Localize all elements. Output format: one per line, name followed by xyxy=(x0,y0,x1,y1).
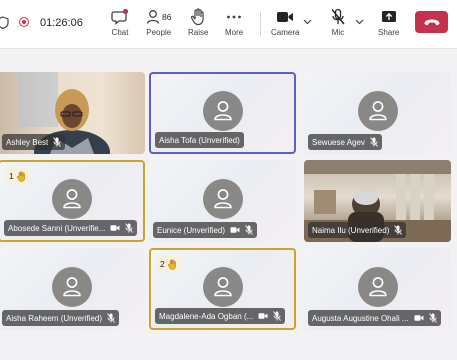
participant-name: Aisha Tofa (Unverified) xyxy=(159,135,240,145)
hand-order: 1 xyxy=(9,171,14,181)
mic-muted-icon xyxy=(428,313,437,323)
participant-name: Ashley Best xyxy=(6,137,49,147)
mic-muted-icon xyxy=(107,313,115,323)
avatar-icon xyxy=(51,179,92,219)
hang-up-icon xyxy=(423,19,440,25)
mic-muted-icon xyxy=(125,223,134,233)
people-count: 86 xyxy=(162,11,172,22)
camera-off-icon xyxy=(110,224,120,232)
avatar-icon xyxy=(202,91,243,131)
more-label: More xyxy=(225,28,244,37)
participant-nameplate: Ashley Best xyxy=(2,134,66,150)
share-button[interactable]: Share xyxy=(378,7,399,41)
participant-tile[interactable]: Aisha Raheem (Unverified) xyxy=(0,248,145,330)
chat-button[interactable]: Chat xyxy=(111,7,129,41)
mic-muted-icon xyxy=(245,225,253,235)
toolbar-divider xyxy=(260,12,261,36)
avatar-icon xyxy=(202,267,243,307)
participant-tile[interactable]: Ashley Best xyxy=(0,72,145,154)
participant-tile[interactable]: Sewuese Agev xyxy=(304,72,451,154)
people-icon xyxy=(146,9,160,24)
hand-order: 2 xyxy=(160,259,165,269)
camera-label: Camera xyxy=(271,28,300,37)
people-button[interactable]: 86 People xyxy=(146,7,171,41)
chat-icon xyxy=(111,7,129,26)
raised-hand-icon xyxy=(167,258,176,270)
raise-hand-button[interactable]: Raise xyxy=(188,7,208,41)
participant-name: Eunice (Unverified) xyxy=(157,225,226,235)
shield-icon xyxy=(0,16,9,29)
raised-hand-badge: 2 xyxy=(155,256,182,272)
participant-name: Naima Ilu (Unverified) xyxy=(312,225,390,235)
mic-muted-icon xyxy=(370,137,378,147)
leave-button[interactable] xyxy=(415,11,448,33)
participant-tile[interactable]: 2 Magdalene-Ada Ogban (... xyxy=(149,248,296,330)
participant-tile[interactable]: Naima Ilu (Unverified) xyxy=(304,160,451,242)
hand-icon xyxy=(190,7,206,26)
chat-label: Chat xyxy=(111,28,129,37)
mic-label: Mic xyxy=(331,28,345,37)
participant-tile[interactable]: Eunice (Unverified) xyxy=(149,160,296,242)
participant-name: Magdalene-Ada Ogban (... xyxy=(159,311,254,321)
participant-nameplate: Magdalene-Ada Ogban (... xyxy=(155,308,286,324)
meeting-timer: 01:26:06 xyxy=(40,17,83,29)
mic-muted-icon xyxy=(394,225,403,235)
avatar-icon xyxy=(357,267,398,307)
camera-off-icon xyxy=(258,312,268,320)
participant-name: Aisha Raheem (Unverified) xyxy=(6,313,103,323)
participant-name: Augusta Augustine Ohali ... xyxy=(312,313,409,323)
participant-tile[interactable]: Augusta Augustine Ohali ... xyxy=(304,248,451,330)
share-icon xyxy=(381,7,397,26)
meeting-toolbar: 01:26:06 Chat 86 People Raise More Camer… xyxy=(0,0,457,49)
share-label: Share xyxy=(378,28,400,37)
participant-nameplate: Aisha Raheem (Unverified) xyxy=(2,310,120,326)
participant-nameplate: Naima Ilu (Unverified) xyxy=(308,222,407,238)
more-button[interactable]: More xyxy=(225,7,243,41)
participant-tile[interactable]: 1 Abosede Sanni (Unverifie... xyxy=(0,160,145,242)
camera-off-icon xyxy=(414,314,424,322)
participant-nameplate: Augusta Augustine Ohali ... xyxy=(308,310,441,326)
avatar-icon xyxy=(202,179,243,219)
raise-label: Raise xyxy=(188,28,209,37)
mic-options-chevron-icon[interactable] xyxy=(355,18,364,25)
avatar-icon xyxy=(357,91,398,131)
camera-off-icon xyxy=(230,226,240,234)
raised-hand-badge: 1 xyxy=(4,168,31,184)
participant-nameplate: Sewuese Agev xyxy=(308,134,382,150)
mic-off-icon xyxy=(330,7,346,26)
participant-name: Abosede Sanni (Unverifie... xyxy=(8,223,106,233)
participant-nameplate: Abosede Sanni (Unverifie... xyxy=(4,220,138,236)
mic-button[interactable]: Mic xyxy=(330,7,346,41)
avatar-icon xyxy=(51,267,92,307)
people-label: People xyxy=(146,28,172,37)
mic-muted-icon xyxy=(53,137,62,147)
participant-nameplate: Eunice (Unverified) xyxy=(153,222,258,238)
mic-muted-icon xyxy=(273,311,282,321)
raised-hand-icon xyxy=(16,170,25,182)
more-icon xyxy=(226,7,242,26)
camera-button[interactable]: Camera xyxy=(271,7,299,41)
participant-tile[interactable]: Aisha Tofa (Unverified) xyxy=(149,72,296,154)
camera-options-chevron-icon[interactable] xyxy=(303,18,312,25)
participant-nameplate: Aisha Tofa (Unverified) xyxy=(155,132,244,148)
camera-icon xyxy=(276,7,294,26)
recording-icon xyxy=(19,17,29,27)
participant-name: Sewuese Agev xyxy=(312,137,365,147)
